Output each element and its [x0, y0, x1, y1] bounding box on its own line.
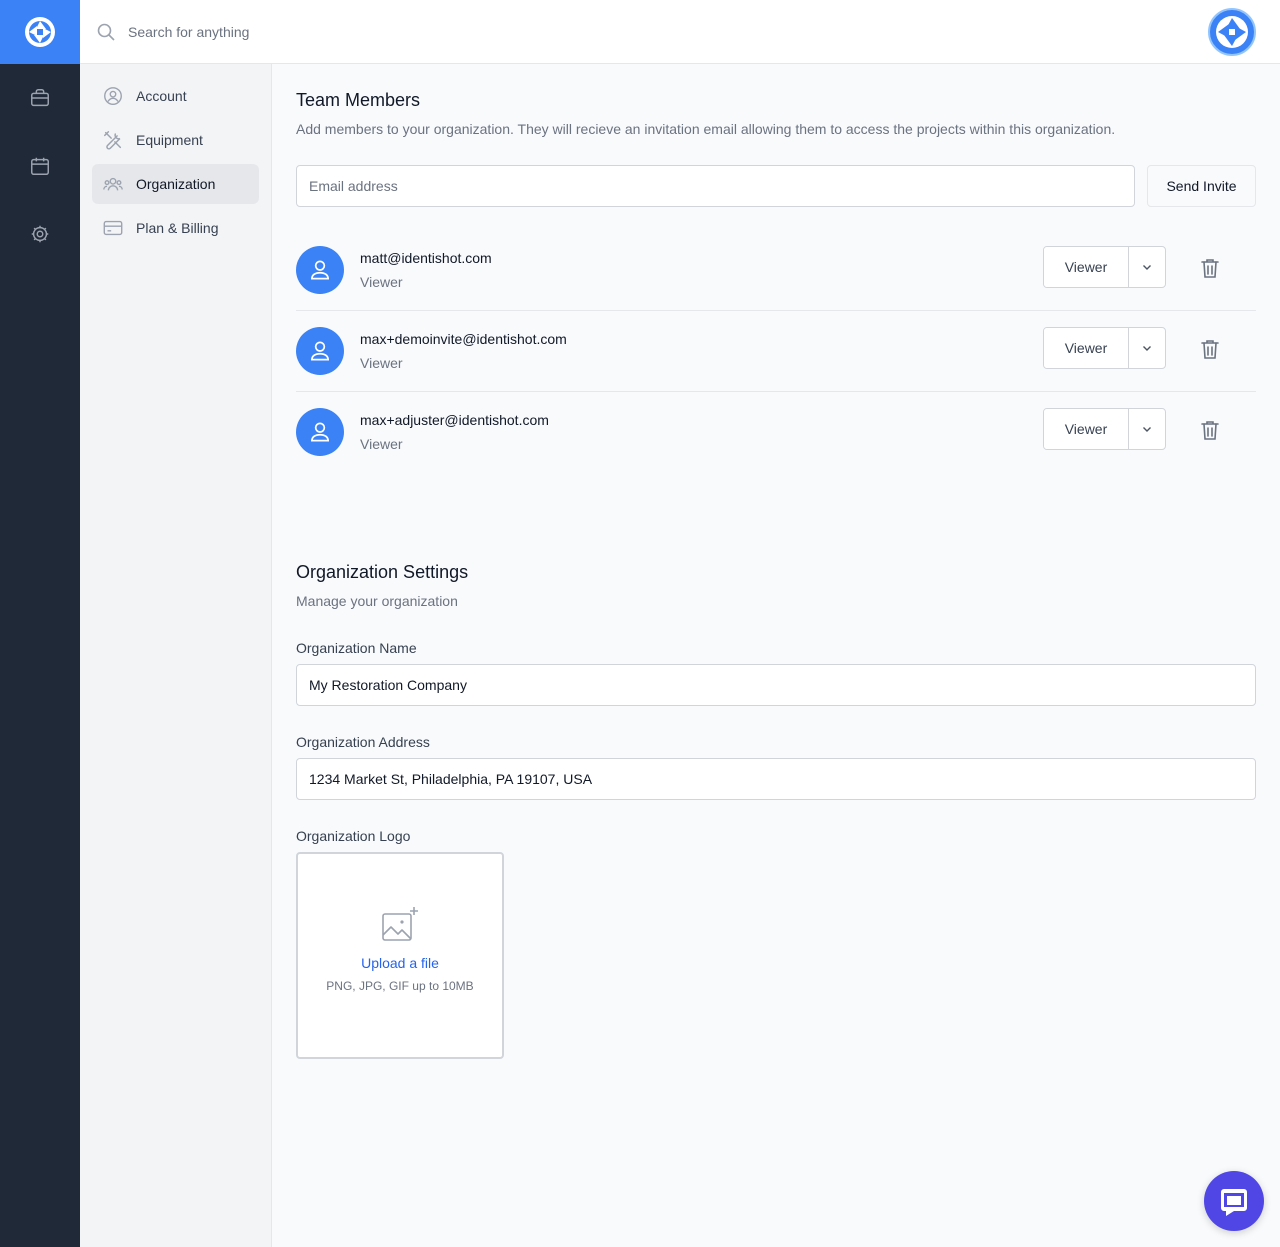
member-role: Viewer [360, 436, 403, 452]
upload-file-link[interactable]: Upload a file [361, 955, 439, 971]
chat-widget-button[interactable] [1204, 1171, 1264, 1231]
credit-card-icon [103, 220, 123, 236]
section-description: Add members to your organization. They w… [296, 121, 1116, 137]
role-button[interactable]: Viewer [1044, 409, 1129, 449]
field-label: Organization Logo [296, 828, 411, 844]
member-list: matt@identishot.com Viewer Viewer max+de… [296, 230, 1256, 473]
nav-item-account[interactable]: Account [92, 76, 259, 116]
chat-bubble-icon [1221, 1189, 1247, 1216]
gear-icon [31, 225, 49, 243]
briefcase-icon [31, 89, 49, 107]
org-name-input[interactable] [296, 664, 1256, 706]
rail-projects-button[interactable] [0, 64, 80, 132]
member-email: max+demoinvite@identishot.com [360, 331, 567, 347]
org-logo-field: Organization Logo Upload a file PNG, JPG… [296, 828, 1256, 1059]
member-row: max+demoinvite@identishot.com Viewer Vie… [296, 311, 1256, 392]
section-description: Manage your organization [296, 593, 458, 609]
role-button[interactable]: Viewer [1044, 328, 1129, 368]
chevron-down-icon [1143, 427, 1151, 432]
user-group-icon [103, 177, 123, 191]
nav-item-organization[interactable]: Organization [92, 164, 259, 204]
member-row: max+adjuster@identishot.com Viewer Viewe… [296, 392, 1256, 473]
nav-item-label: Organization [136, 176, 216, 192]
member-row: matt@identishot.com Viewer Viewer [296, 230, 1256, 311]
settings-nav: Account Equipment Organization Plan & Bi… [80, 64, 272, 1247]
nav-item-label: Equipment [136, 132, 203, 148]
user-circle-icon [104, 87, 122, 105]
member-avatar [296, 327, 344, 375]
upload-hint: PNG, JPG, GIF up to 10MB [326, 978, 474, 993]
app-rail [0, 0, 80, 1247]
org-name-field: Organization Name [296, 640, 1256, 706]
send-invite-button[interactable]: Send Invite [1147, 165, 1256, 207]
org-settings-header: Organization Settings Manage your organi… [296, 562, 1256, 609]
wrench-screwdriver-icon [104, 131, 122, 150]
member-avatar [296, 246, 344, 294]
section-title: Team Members [296, 90, 421, 110]
member-email: matt@identishot.com [360, 250, 492, 266]
user-icon [311, 422, 329, 442]
field-label: Organization Name [296, 640, 417, 656]
invite-email-input[interactable] [296, 165, 1135, 207]
aperture-avatar-icon [1211, 11, 1253, 53]
search-icon [97, 23, 115, 41]
rail-settings-button[interactable] [0, 200, 80, 268]
user-avatar[interactable] [1208, 8, 1256, 56]
section-title: Organization Settings [296, 562, 469, 582]
member-role: Viewer [360, 274, 403, 290]
role-dropdown-toggle[interactable] [1129, 247, 1165, 287]
nav-item-label: Account [136, 88, 187, 104]
rail-calendar-button[interactable] [0, 132, 80, 200]
role-dropdown-toggle[interactable] [1129, 409, 1165, 449]
invite-form: Send Invite [296, 165, 1256, 207]
app-logo[interactable] [0, 0, 80, 64]
user-icon [311, 341, 329, 361]
trash-icon[interactable] [1198, 337, 1222, 361]
role-button[interactable]: Viewer [1044, 247, 1129, 287]
team-members-header: Team Members Add members to your organiz… [296, 90, 1256, 137]
org-address-field: Organization Address [296, 734, 1256, 800]
role-selector: Viewer [1043, 246, 1166, 288]
image-add-icon [382, 906, 418, 941]
chevron-down-icon [1143, 346, 1151, 351]
nav-item-label: Plan & Billing [136, 220, 219, 236]
role-dropdown-toggle[interactable] [1129, 328, 1165, 368]
user-icon [311, 260, 329, 280]
nav-item-plan-billing[interactable]: Plan & Billing [92, 208, 259, 248]
top-header [80, 0, 1280, 64]
trash-icon[interactable] [1198, 256, 1222, 280]
chevron-down-icon [1143, 265, 1151, 270]
member-email: max+adjuster@identishot.com [360, 412, 549, 428]
field-label: Organization Address [296, 734, 430, 750]
trash-icon[interactable] [1198, 418, 1222, 442]
aperture-logo-icon [25, 17, 55, 47]
search-input[interactable] [128, 16, 728, 48]
calendar-icon [31, 157, 49, 175]
role-selector: Viewer [1043, 408, 1166, 450]
member-avatar [296, 408, 344, 456]
logo-dropzone[interactable]: Upload a file PNG, JPG, GIF up to 10MB [296, 852, 504, 1059]
org-address-input[interactable] [296, 758, 1256, 800]
main-content: Team Members Add members to your organiz… [272, 64, 1280, 1247]
role-selector: Viewer [1043, 327, 1166, 369]
nav-item-equipment[interactable]: Equipment [92, 120, 259, 160]
member-role: Viewer [360, 355, 403, 371]
